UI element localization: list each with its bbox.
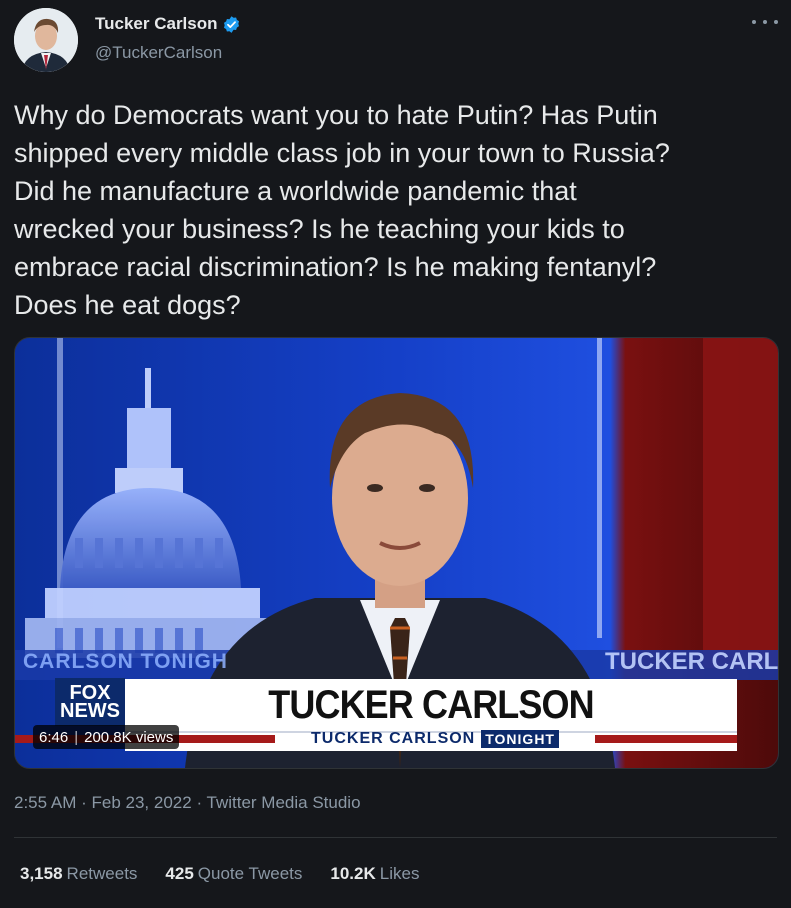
separator: | (74, 728, 79, 746)
video-duration: 6:46 (39, 728, 69, 746)
retweets-label: Retweets (66, 864, 138, 883)
tweet-date[interactable]: Feb 23, 2022 (92, 793, 192, 812)
verified-badge-icon (222, 15, 241, 34)
dot-icon (774, 20, 778, 24)
chyron-main-title: TUCKER CARLSON (268, 682, 594, 727)
quote-tweets-stat[interactable]: 425 Quote Tweets (165, 864, 302, 884)
tweet-time[interactable]: 2:55 AM (14, 793, 76, 812)
tweet-source[interactable]: Twitter Media Studio (207, 793, 361, 812)
tweet-text: Why do Democrats want you to hate Putin?… (14, 100, 670, 320)
fox-news-logo: FOX NEWS (55, 678, 125, 726)
chyron-subtitle-name: TUCKER CARLSON (311, 730, 476, 747)
studio-wall-text-right: TUCKER CARLS( (605, 648, 779, 675)
likes-stat[interactable]: 10.2K Likes (330, 864, 419, 884)
engagement-stats: 3,158 Retweets 425 Quote Tweets 10.2K Likes (20, 864, 419, 884)
dot-icon (752, 20, 756, 24)
retweets-stat[interactable]: 3,158 Retweets (20, 864, 137, 884)
divider (14, 837, 777, 838)
separator-dot: · (81, 793, 92, 812)
tweet-detail: Tucker Carlson @TuckerCarlson Why do Dem… (0, 0, 791, 908)
more-options-button[interactable] (752, 12, 778, 32)
retweets-count: 3,158 (20, 864, 63, 883)
quote-tweets-count: 425 (165, 864, 194, 883)
video-stats-badge: 6:46 | 200.8K views (33, 725, 180, 749)
studio-wall-text-left: CARLSON TONIGH (23, 650, 228, 673)
separator-dot: · (196, 793, 207, 812)
video-views: 200.8K views (84, 728, 174, 746)
chyron-subtitle: TUCKER CARLSON TONIGHT (275, 728, 595, 750)
likes-count: 10.2K (330, 864, 376, 883)
author-name-row: Tucker Carlson (95, 14, 241, 34)
video-player[interactable]: CARLSON TONIGH TUCKER CARLS( FOX NEWS TU… (14, 337, 779, 769)
tweet-meta: 2:55 AM · Feb 23, 2022 · Twitter Media S… (14, 793, 361, 813)
author-display-name[interactable]: Tucker Carlson (95, 14, 218, 34)
avatar[interactable] (14, 8, 78, 72)
chyron-tonight-label: TONIGHT (481, 730, 559, 748)
avatar-image (14, 8, 78, 72)
likes-label: Likes (379, 864, 420, 883)
dot-icon (763, 20, 767, 24)
author-handle[interactable]: @TuckerCarlson (95, 43, 222, 63)
logo-bottom-text: NEWS (60, 700, 120, 722)
quote-tweets-label: Quote Tweets (197, 864, 303, 883)
